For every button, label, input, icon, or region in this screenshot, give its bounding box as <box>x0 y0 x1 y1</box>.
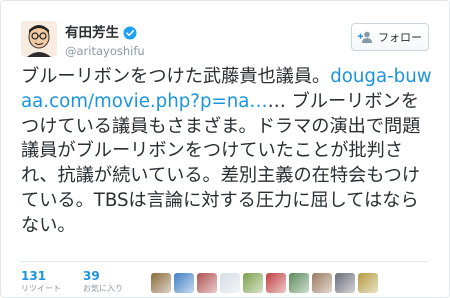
display-name[interactable]: 有田芳生 <box>65 24 119 42</box>
add-user-icon <box>358 31 374 43</box>
liker-avatar[interactable] <box>151 273 171 293</box>
retweets-label: リツイート <box>21 284 61 293</box>
user-info: 有田芳生 @aritayoshifu <box>65 22 145 59</box>
follow-button-label: フォロー <box>378 31 422 44</box>
retweets-stat[interactable]: 131 リツイート <box>21 269 61 294</box>
likes-stat[interactable]: 39 お気に入り <box>83 269 123 294</box>
display-name-row[interactable]: 有田芳生 <box>65 24 137 42</box>
verified-badge-icon <box>123 26 137 40</box>
avatar-caricature-icon <box>21 21 57 57</box>
liker-avatar[interactable] <box>266 273 286 293</box>
liker-avatar[interactable] <box>289 273 309 293</box>
liker-avatar[interactable] <box>358 273 378 293</box>
retweets-count[interactable]: 131 <box>21 269 61 283</box>
liker-avatar[interactable] <box>312 273 332 293</box>
liker-avatar[interactable] <box>220 273 240 293</box>
follow-button[interactable]: フォロー <box>351 23 429 51</box>
tweet-stats: 131 リツイート 39 お気に入り <box>21 269 123 294</box>
likes-label: お気に入り <box>83 284 123 293</box>
liker-avatar[interactable] <box>243 273 263 293</box>
liker-avatars <box>151 273 378 293</box>
liker-avatar[interactable] <box>197 273 217 293</box>
tweet-card: 有田芳生 @aritayoshifu フォロー ブルーリボンをつけた武藤貴也議員… <box>0 0 450 298</box>
tweet-text-body: … ブルーリボンをつけている議員もさまざま。ドラマの演出で問題議員がブルーリボン… <box>21 90 421 236</box>
user-handle[interactable]: @aritayoshifu <box>65 43 145 59</box>
likes-count[interactable]: 39 <box>83 269 123 283</box>
liker-avatar[interactable] <box>335 273 355 293</box>
liker-avatar[interactable] <box>174 273 194 293</box>
tweet-text-intro: ブルーリボンをつけた武藤貴也議員。 <box>21 66 331 87</box>
tweet-text: ブルーリボンをつけた武藤貴也議員。douga-buwaa.com/movie.p… <box>21 65 433 239</box>
avatar[interactable] <box>21 21 57 57</box>
stats-divider <box>21 261 429 262</box>
